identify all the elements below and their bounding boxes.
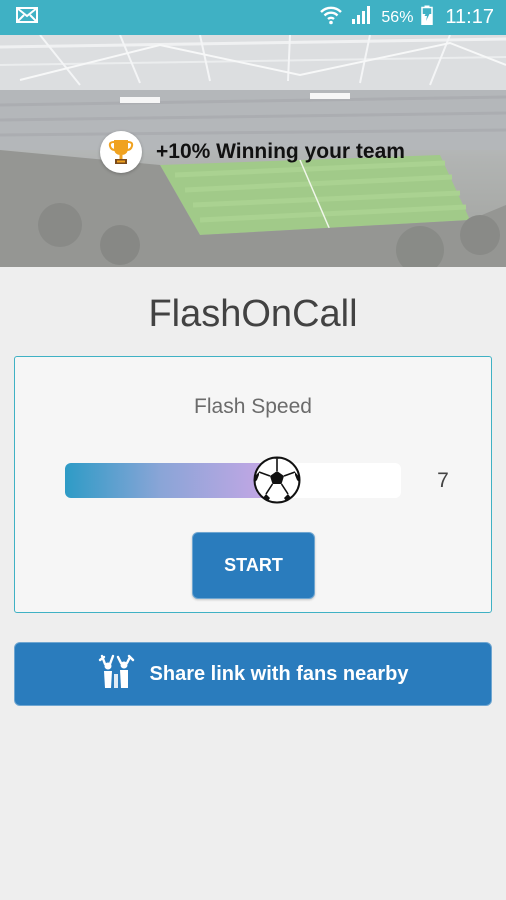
promo-text: +10% Winning your team bbox=[156, 140, 405, 163]
slider-fill bbox=[65, 463, 277, 498]
signal-icon bbox=[351, 5, 373, 30]
fans-cheering-icon bbox=[98, 654, 136, 695]
share-link-label: Share link with fans nearby bbox=[149, 662, 409, 685]
flash-speed-slider[interactable] bbox=[65, 456, 401, 504]
flash-speed-card: Flash Speed 7 START bbox=[14, 356, 492, 613]
wifi-icon bbox=[319, 5, 343, 30]
start-button[interactable]: START bbox=[192, 532, 315, 599]
battery-percent: 56% bbox=[381, 8, 414, 26]
flash-speed-value: 7 bbox=[437, 469, 449, 492]
battery-charging-icon bbox=[421, 5, 434, 30]
app-title: FlashOnCall bbox=[148, 293, 358, 335]
status-bar: 56% 11:17 bbox=[0, 0, 506, 35]
flash-speed-label: Flash Speed bbox=[194, 395, 312, 418]
stadium-banner: +10% Winning your team bbox=[0, 35, 506, 267]
start-button-label: START bbox=[224, 555, 283, 575]
clock: 11:17 bbox=[445, 6, 494, 28]
mail-icon bbox=[16, 7, 38, 28]
trophy-icon bbox=[100, 131, 142, 173]
promo-banner: +10% Winning your team bbox=[100, 131, 405, 173]
soccer-ball-icon[interactable] bbox=[253, 456, 301, 504]
share-link-button[interactable]: Share link with fans nearby bbox=[14, 642, 492, 706]
